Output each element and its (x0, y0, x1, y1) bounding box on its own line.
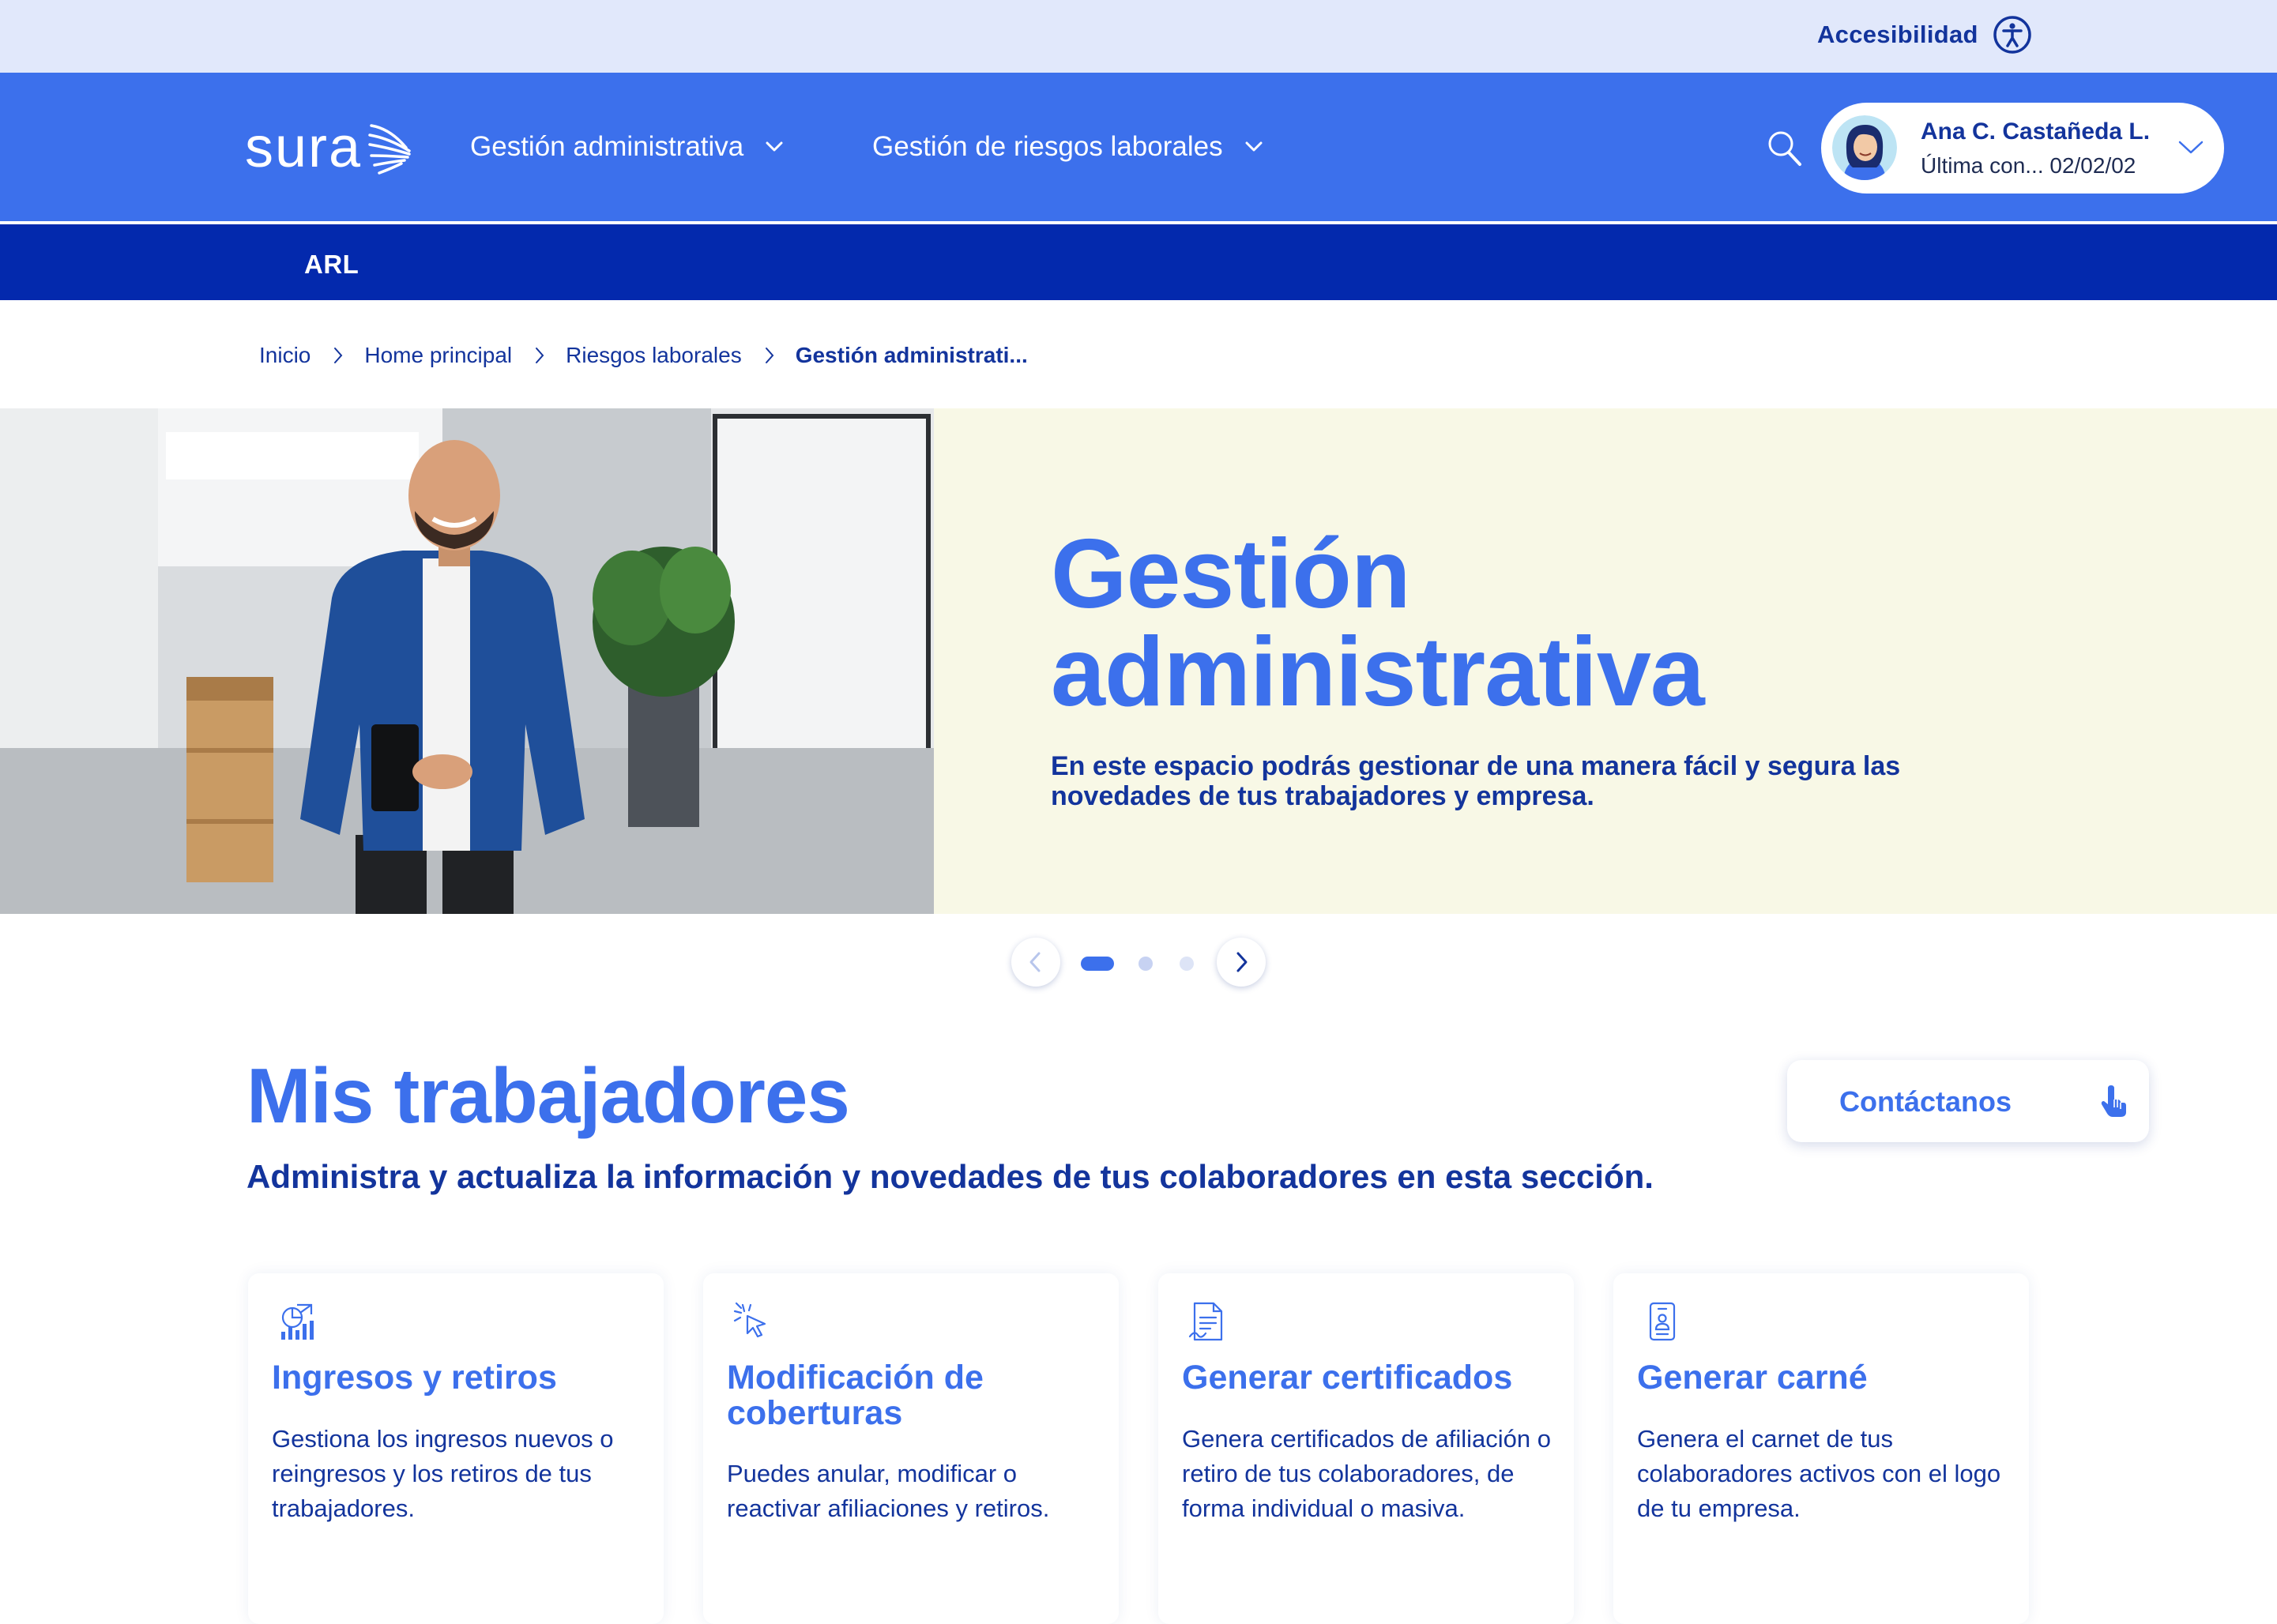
id-card-icon (1649, 1302, 1676, 1341)
sura-logo[interactable]: sura (245, 114, 412, 182)
carousel-prev-button[interactable] (1011, 938, 1060, 987)
chevron-right-icon (765, 348, 774, 363)
avatar-illustration (1832, 115, 1897, 180)
chevron-down-icon (2178, 141, 2204, 154)
accessibility-icon[interactable] (1992, 14, 2033, 55)
contact-button[interactable]: Contáctanos (1787, 1060, 2149, 1142)
card-description: Puedes anular, modificar o reactivar afi… (727, 1460, 1050, 1522)
subnav-arl[interactable]: ARL (304, 250, 359, 280)
breadcrumb-inicio[interactable]: Inicio (259, 343, 310, 368)
carousel-dot-active[interactable] (1081, 957, 1114, 971)
chevron-down-icon (1245, 141, 1263, 152)
hero-photo (0, 408, 934, 914)
hero-title-line: administrativa (1051, 618, 1705, 727)
section-title: Mis trabajadores (247, 1052, 850, 1139)
document-certificate-icon (1188, 1302, 1223, 1341)
carousel-next-button[interactable] (1217, 938, 1266, 987)
accessibility-link[interactable]: Accesibilidad (1817, 21, 1978, 49)
chart-growth-icon (281, 1303, 314, 1340)
user-name: Ana C. Castañeda L. (1921, 118, 2151, 145)
breadcrumb-riesgos-laborales[interactable]: Riesgos laborales (566, 343, 742, 368)
card-description: Genera el carnet de tus colaboradores ac… (1637, 1425, 2001, 1522)
nav-label: Gestión de riesgos laborales (872, 131, 1223, 162)
hero-title: Gestión administrativa (1051, 525, 2078, 721)
carousel-dot[interactable] (1138, 957, 1153, 971)
last-connection: Última con... 02/02/02 (1921, 153, 2136, 178)
carousel-controls (1011, 938, 1266, 987)
chevron-right-icon (536, 348, 544, 363)
accessibility-bar: Accesibilidad (0, 0, 2277, 73)
card-title: Modificación de coberturas (727, 1359, 984, 1432)
logo-wordmark: sura (245, 116, 363, 179)
chevron-right-icon (1236, 952, 1248, 972)
avatar (1832, 115, 1897, 180)
card-ingresos-retiros[interactable]: Ingresos y retiros Gestiona los ingresos… (248, 1273, 664, 1624)
cursor-click-icon (733, 1302, 766, 1338)
hero-banner: Gestión administrativa En este espacio p… (0, 408, 2277, 914)
card-description: Genera certificados de afiliación o reti… (1182, 1425, 1551, 1522)
chevron-right-icon (334, 348, 343, 363)
chevron-down-icon (766, 141, 783, 152)
logo-wing-icon (368, 124, 411, 175)
search-icon[interactable] (1765, 128, 1805, 169)
pointer-hand-icon (2101, 1085, 2126, 1117)
breadcrumb: Inicio Home principal Riesgos laborales … (259, 343, 1028, 368)
nav-gestion-administrativa[interactable]: Gestión administrativa (470, 131, 783, 163)
card-title: Ingresos y retiros (272, 1359, 557, 1397)
card-generar-carne[interactable]: Generar carné Genera el carnet de tus co… (1613, 1273, 2029, 1624)
nav-label: Gestión administrativa (470, 131, 744, 162)
card-generar-certificados[interactable]: Generar certificados Genera certificados… (1158, 1273, 1574, 1624)
breadcrumb-current: Gestión administrati... (795, 343, 1028, 367)
card-title: Generar certificados (1182, 1359, 1513, 1397)
hero-description: En este espacio podrás gestionar de una … (1051, 751, 1901, 811)
section-subnav: ARL (0, 224, 2277, 300)
contact-button-label: Contáctanos (1839, 1085, 2012, 1118)
user-menu[interactable]: Ana C. Castañeda L. Última con... 02/02/… (1821, 103, 2224, 194)
main-header: sura Gestión administrativa Gestión de r… (0, 73, 2277, 223)
card-title: Generar carné (1637, 1359, 1868, 1397)
carousel-dot[interactable] (1180, 957, 1194, 971)
breadcrumb-home-principal[interactable]: Home principal (364, 343, 512, 368)
nav-gestion-riesgos[interactable]: Gestión de riesgos laborales (872, 131, 1263, 163)
hero-title-line: Gestión (1051, 520, 1411, 629)
section-subtitle: Administra y actualiza la información y … (247, 1158, 1654, 1195)
card-description: Gestiona los ingresos nuevos o reingreso… (272, 1425, 614, 1522)
chevron-left-icon (1029, 952, 1041, 972)
hero-photo-illustration (0, 408, 934, 914)
card-modificacion-coberturas[interactable]: Modificación de coberturas Puedes anular… (703, 1273, 1119, 1624)
